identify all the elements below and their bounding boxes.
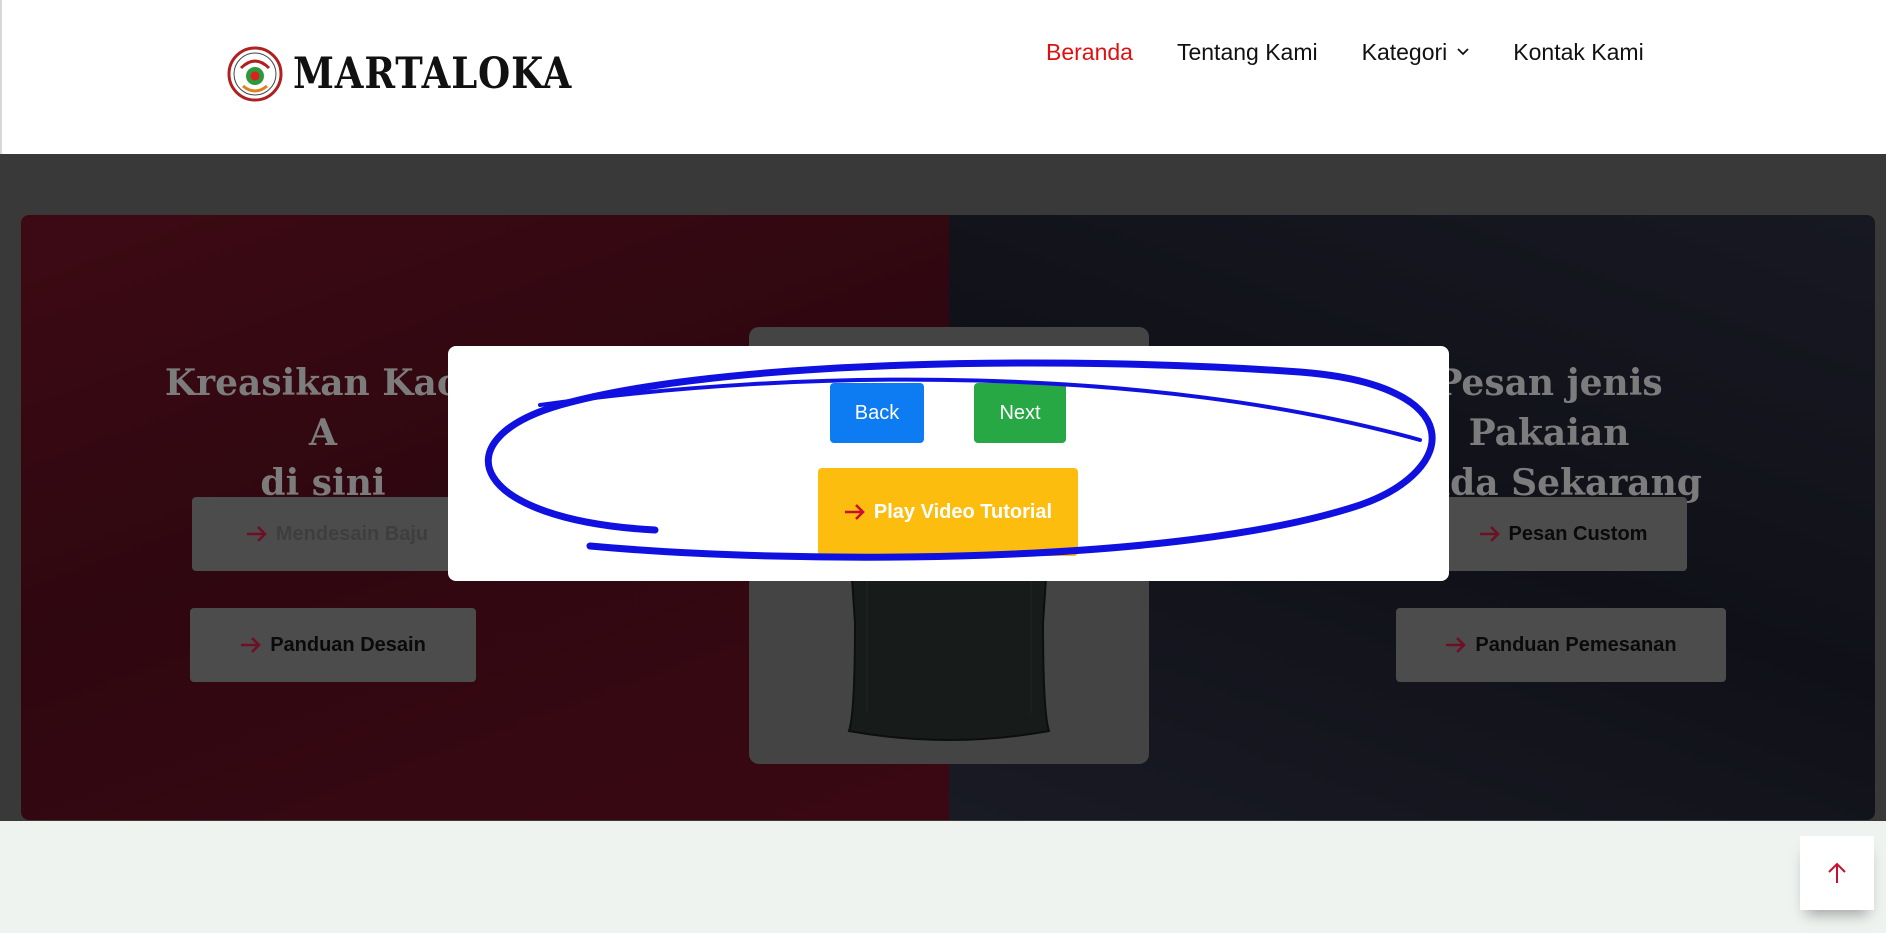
nav-item-kontak-kami[interactable]: Kontak Kami	[1513, 38, 1643, 66]
nav-item-label: Tentang Kami	[1176, 39, 1318, 65]
back-button[interactable]: Back	[830, 383, 924, 443]
tutorial-modal: Back Next Play Video Tutorial	[448, 346, 1449, 581]
nav-item-label: Kategori	[1361, 39, 1448, 65]
arrow-right-icon	[1446, 637, 1467, 653]
panduan-desain-button[interactable]: Panduan Desain	[190, 608, 476, 682]
arrow-right-icon	[246, 526, 267, 542]
hero-title-design: Kreasikan Kaos A di sini	[164, 362, 482, 504]
play-video-tutorial-button[interactable]: Play Video Tutorial	[818, 468, 1078, 556]
nav-item-beranda[interactable]: Beranda	[1046, 38, 1133, 66]
arrow-right-icon	[844, 504, 865, 520]
nav-item-label: Kontak Kami	[1513, 39, 1644, 65]
brand-logo[interactable]: MARTALOKA	[227, 46, 618, 102]
main-nav: Beranda Tentang Kami Kategori Kontak Kam…	[1046, 38, 1688, 66]
martaloka-seal-logo-icon	[227, 46, 283, 102]
arrow-right-icon	[241, 637, 262, 653]
chevron-down-icon	[1457, 48, 1469, 56]
arrow-right-icon	[1479, 526, 1500, 542]
mendesain-baju-button[interactable]: Mendesain Baju	[192, 497, 482, 571]
pesan-custom-button[interactable]: Pesan Custom	[1439, 497, 1687, 571]
arrow-up-icon	[1828, 862, 1846, 883]
scroll-to-top-button[interactable]	[1800, 836, 1874, 910]
nav-item-label: Beranda	[1046, 39, 1133, 65]
nav-item-kategori[interactable]: Kategori	[1362, 38, 1470, 66]
play-video-tutorial-label: Play Video Tutorial	[873, 500, 1053, 523]
site-header: MARTALOKA Beranda Tentang Kami Kategori …	[0, 0, 1886, 154]
brand-name: MARTALOKA	[293, 48, 573, 99]
nav-item-tentang-kami[interactable]: Tentang Kami	[1177, 38, 1318, 66]
shirt-mockup-image	[847, 563, 1051, 741]
panduan-pemesanan-button[interactable]: Panduan Pemesanan	[1396, 608, 1726, 682]
next-button[interactable]: Next	[974, 383, 1066, 443]
